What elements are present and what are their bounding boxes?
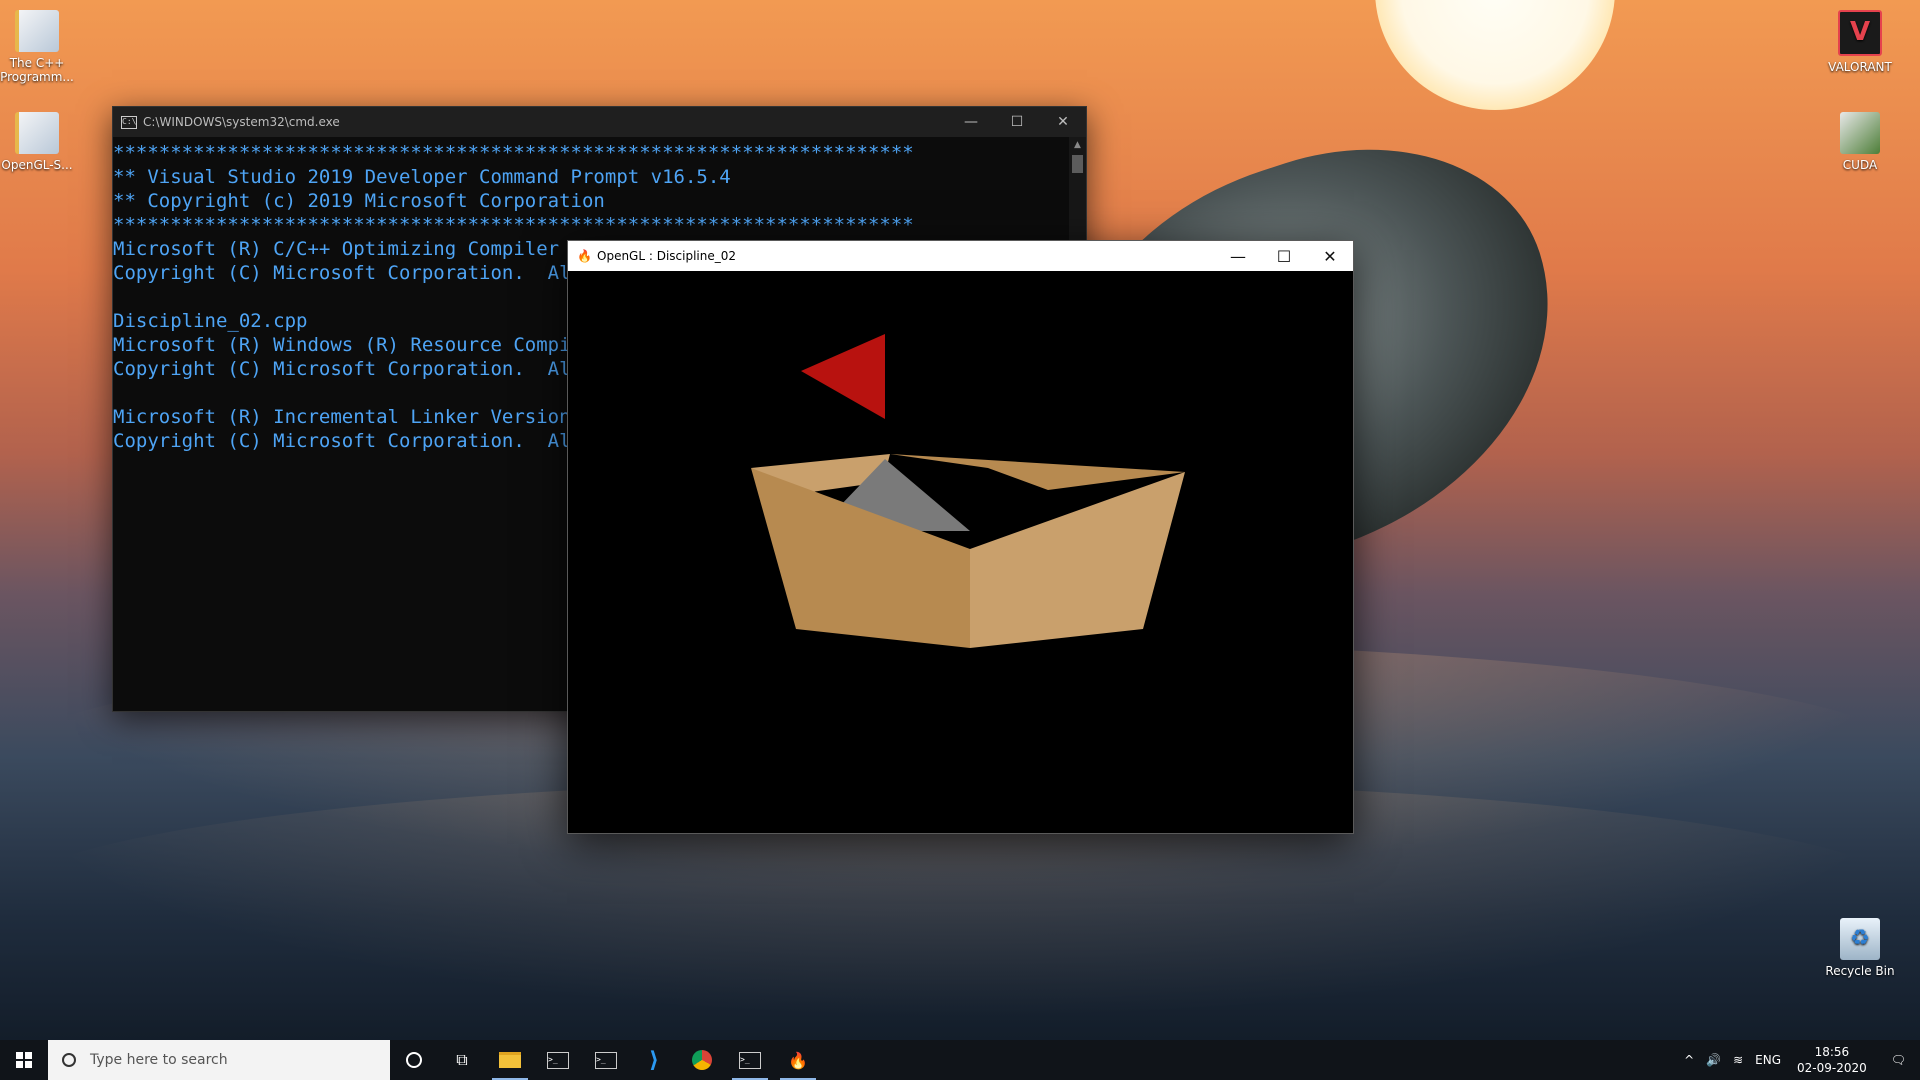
close-button[interactable]: ✕	[1040, 107, 1086, 137]
scroll-thumb[interactable]	[1072, 155, 1083, 173]
system-tray: ^ 🔊 ≋ ENG 18:56 02-09-2020 🗨	[1678, 1040, 1920, 1080]
console-line: ** Copyright (c) 2019 Microsoft Corporat…	[113, 190, 605, 212]
desktop-icon-label: Recycle Bin	[1825, 964, 1895, 978]
task-view-button[interactable]: ⧉	[438, 1040, 486, 1080]
taskbar-app-terminal[interactable]: >_	[582, 1040, 630, 1080]
taskbar-app-vscode[interactable]: ⟩	[630, 1040, 678, 1080]
desktop-icon-label: VALORANT	[1828, 60, 1892, 74]
valorant-icon: V	[1838, 10, 1882, 56]
console-line: ****************************************…	[113, 142, 914, 164]
file-explorer-icon	[499, 1052, 521, 1068]
terminal-icon: >_	[547, 1051, 569, 1069]
taskbar-search-box[interactable]: Type here to search	[48, 1040, 390, 1080]
book-pdf-icon	[15, 10, 59, 52]
desktop-icon-valorant[interactable]: V VALORANT	[1820, 10, 1900, 74]
taskbar-app-terminal[interactable]: >_	[534, 1040, 582, 1080]
notification-icon[interactable]: 🗨	[1877, 1053, 1920, 1067]
terminal-icon: >_	[595, 1051, 617, 1069]
wifi-icon[interactable]: ≋	[1727, 1053, 1749, 1067]
boat-scene	[568, 271, 1353, 833]
opengl-app-icon: 🔥	[788, 1050, 808, 1070]
console-line: ** Visual Studio 2019 Developer Command …	[113, 166, 731, 188]
console-line: ****************************************…	[113, 214, 914, 236]
opengl-window-title: OpenGL : Discipline_02	[597, 249, 737, 263]
desktop-icon-recycle-bin[interactable]: ♻ Recycle Bin	[1820, 918, 1900, 978]
chrome-icon	[692, 1050, 712, 1070]
taskbar-app-file-explorer[interactable]	[486, 1040, 534, 1080]
close-button[interactable]: ✕	[1307, 241, 1353, 271]
clock-time: 18:56	[1814, 1045, 1850, 1059]
minimize-button[interactable]: —	[1215, 241, 1261, 271]
taskbar-app-opengl[interactable]: 🔥	[774, 1040, 822, 1080]
vscode-icon: ⟩	[648, 1047, 660, 1073]
cortana-icon	[406, 1052, 422, 1068]
chevron-up-icon[interactable]: ^	[1678, 1053, 1700, 1067]
volume-icon[interactable]: 🔊	[1700, 1053, 1727, 1067]
desktop-icon-opengl-book[interactable]: OpenGL-S...	[0, 112, 77, 172]
search-icon	[62, 1053, 76, 1067]
cmd-app-icon: C:\	[121, 115, 137, 129]
taskbar-clock[interactable]: 18:56 02-09-2020	[1787, 1044, 1877, 1076]
opengl-render-canvas[interactable]	[568, 271, 1353, 833]
maximize-button[interactable]: ☐	[994, 107, 1040, 137]
search-placeholder: Type here to search	[90, 1052, 228, 1068]
taskbar-app-cmd[interactable]: >_	[726, 1040, 774, 1080]
taskbar-app-chrome[interactable]	[678, 1040, 726, 1080]
minimize-button[interactable]: —	[948, 107, 994, 137]
cortana-button[interactable]	[390, 1040, 438, 1080]
taskbar: Type here to search ⧉ >_ >_ ⟩ >_ 🔥 ^ 🔊 ≋…	[0, 1040, 1920, 1080]
opengl-titlebar[interactable]: 🔥 OpenGL : Discipline_02 — ☐ ✕	[568, 241, 1353, 271]
maximize-button[interactable]: ☐	[1261, 241, 1307, 271]
windows-logo-icon	[16, 1052, 32, 1068]
cmd-window-title: C:\WINDOWS\system32\cmd.exe	[143, 115, 340, 129]
opengl-window[interactable]: 🔥 OpenGL : Discipline_02 — ☐ ✕	[567, 240, 1354, 834]
desktop-icon-cuda[interactable]: CUDA	[1820, 112, 1900, 172]
recycle-bin-icon: ♻	[1840, 918, 1880, 960]
cmd-titlebar[interactable]: C:\ C:\WINDOWS\system32\cmd.exe — ☐ ✕	[113, 107, 1086, 137]
desktop-icon-label: The C++ Programm...	[0, 56, 74, 84]
book-pdf-icon	[15, 112, 59, 154]
terminal-icon: >_	[739, 1051, 761, 1069]
wallpaper-sun	[1375, 0, 1615, 110]
language-indicator[interactable]: ENG	[1749, 1053, 1787, 1067]
desktop-icon-label: OpenGL-S...	[1, 158, 73, 172]
desktop-icon-label: CUDA	[1842, 158, 1878, 172]
cuda-icon	[1840, 112, 1880, 154]
start-button[interactable]	[0, 1040, 48, 1080]
clock-date: 02-09-2020	[1797, 1061, 1867, 1075]
flame-app-icon: 🔥	[577, 249, 592, 263]
desktop-icon-cpp-book[interactable]: The C++ Programm...	[0, 10, 77, 84]
task-view-icon: ⧉	[456, 1050, 468, 1069]
scroll-up-arrow-icon[interactable]: ▲	[1069, 137, 1086, 153]
